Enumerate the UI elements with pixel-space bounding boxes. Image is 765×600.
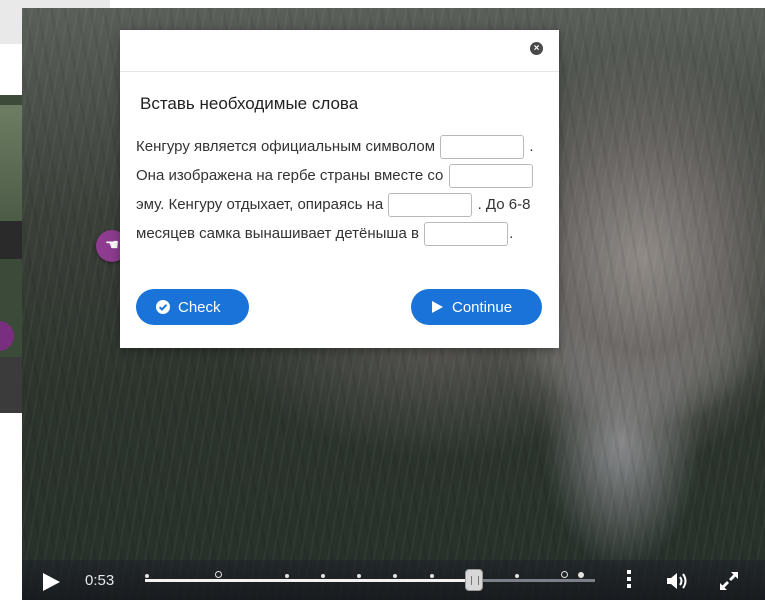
fill-in-blanks-dialog: × Вставь необходимые слова Кенгуру являе… <box>120 30 559 348</box>
sentence-part: Кенгуру является официальным символом <box>136 138 436 155</box>
cue-marker[interactable] <box>578 572 584 578</box>
close-icon[interactable]: × <box>530 42 543 55</box>
check-circle-icon <box>156 300 170 314</box>
progress-bar[interactable] <box>145 569 595 591</box>
cue-marker[interactable] <box>145 574 149 578</box>
check-button[interactable]: Check <box>136 289 249 325</box>
dialog-divider <box>120 71 559 72</box>
cue-marker[interactable] <box>430 574 434 578</box>
volume-icon[interactable] <box>665 570 691 597</box>
side-footer <box>0 357 22 413</box>
current-time: 0:53 <box>85 572 115 589</box>
side-handle <box>0 321 14 351</box>
play-arrow-icon <box>431 300 444 314</box>
fullscreen-icon[interactable] <box>717 569 741 598</box>
exercise-text: Кенгуру является официальным символом . … <box>136 132 546 248</box>
progress-thumb[interactable] <box>464 569 483 591</box>
blank-input-4[interactable] <box>424 222 509 247</box>
progress-fill <box>145 579 474 582</box>
blank-input-3[interactable] <box>388 193 473 218</box>
side-bar <box>0 221 22 259</box>
player-controls: 0:53 <box>22 560 765 600</box>
blank-input-1[interactable] <box>440 135 525 160</box>
cue-marker[interactable] <box>357 574 361 578</box>
sentence-part: . <box>509 225 514 242</box>
page-side-panel <box>0 95 22 413</box>
check-label: Check <box>178 298 221 316</box>
menu-icon[interactable] <box>627 570 631 591</box>
cue-marker[interactable] <box>321 574 325 578</box>
dialog-title: Вставь необходимые слова <box>140 94 359 113</box>
cue-marker[interactable] <box>215 571 222 578</box>
cue-marker[interactable] <box>561 571 568 578</box>
blank-input-2[interactable] <box>448 164 533 189</box>
cue-marker[interactable] <box>285 574 289 578</box>
cue-marker[interactable] <box>515 574 519 578</box>
side-thumbnail <box>0 105 22 225</box>
cue-marker[interactable] <box>393 574 397 578</box>
continue-button[interactable]: Continue <box>411 289 542 325</box>
play-icon[interactable] <box>40 571 62 598</box>
continue-label: Continue <box>452 298 513 316</box>
sentence-part: эму. Кенгуру отдыхает, опираясь на <box>136 196 384 213</box>
